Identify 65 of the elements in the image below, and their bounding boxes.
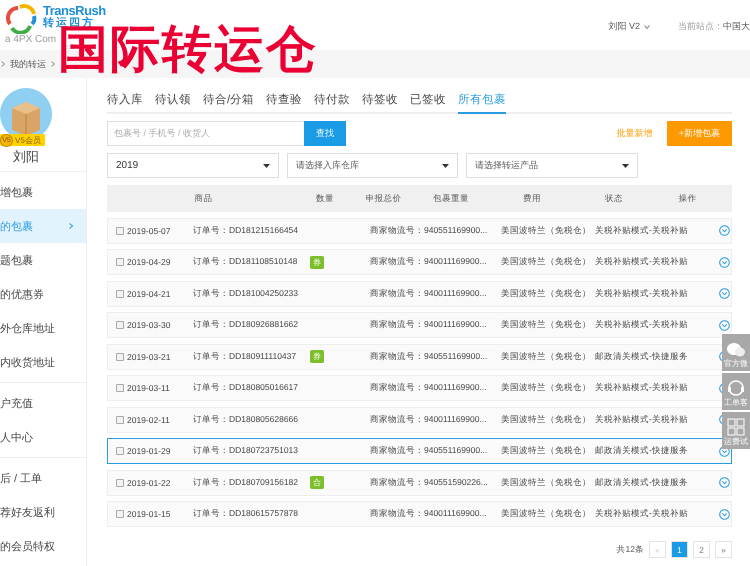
table-cell-text: 订单号：DD180926881662 [193, 319, 300, 331]
table-cell-text: 美国波特兰（免税仓） [501, 382, 592, 394]
table-cell-text: 关税补贴模式-关税补贴 [595, 256, 689, 268]
table-cell: 2019-01-22 [127, 478, 170, 488]
total-count: 共12条 [616, 544, 644, 556]
table-cell-text: 美国波特兰（免税仓） [501, 319, 592, 331]
table-cell-text: 邮政清关模式-快捷服务 [595, 476, 689, 488]
table-cell-text: 关税补贴模式-关税补贴 [595, 414, 689, 426]
table-cell-text: 订单号：DD181215166454 [193, 224, 300, 236]
table-cell: 2019-04-21 [127, 288, 170, 298]
table-cell-text: 商家物流号：940011169900... [370, 414, 488, 426]
tag: 券 [310, 256, 324, 268]
table-cell: 2019-03-21 [127, 352, 170, 362]
user-name: 刘阳 [12, 148, 40, 166]
table-cell-text: 商家物流号：940011169900... [370, 508, 488, 520]
table-cell-text: 商家物流号：940011169900... [370, 256, 488, 268]
table-cell-text: 关税补贴模式-关税补贴 [595, 319, 689, 331]
table-cell-text: 商家物流号：940551169900... [370, 350, 488, 362]
table-cell-text: 美国波特兰（免税仓） [501, 445, 592, 457]
table-cell-text: 商家物流号：940551169900... [370, 224, 488, 236]
table-cell-text: 订单号：DD180615757878 [193, 508, 300, 520]
table-cell-text: 订单号：DD181004250233 [193, 288, 300, 300]
column-header: 费用 [522, 192, 542, 204]
column-header: 包裹重量 [432, 192, 470, 204]
table-cell-text: 关税补贴模式-关税补贴 [595, 508, 689, 520]
table-cell: 2019-04-29 [127, 257, 170, 267]
table-cell-text: 美国波特兰（免税仓） [501, 350, 592, 362]
table-cell-text: 订单号：DD180805628666 [193, 414, 300, 426]
column-header: 申报总价 [364, 192, 402, 204]
table-cell: 2019-01-29 [127, 446, 170, 456]
tag: 合 [310, 476, 324, 489]
table-cell-text: 商家物流号：940011169900... [370, 319, 488, 331]
table-cell-text: 美国波特兰（免税仓） [501, 476, 592, 488]
table-cell-text: 商家物流号：940551590226... [370, 476, 489, 488]
table-cell-text: 订单号：DD180723751013 [193, 445, 300, 457]
table-cell-text: 美国波特兰（免税仓） [501, 508, 592, 520]
column-header: 数量 [315, 192, 335, 204]
tag: 券 [310, 350, 324, 363]
table-cell-text: 美国波特兰（免税仓） [501, 224, 592, 236]
column-header: 商品 [194, 192, 214, 204]
column-header: 操作 [678, 192, 698, 204]
table-cell: 2019-03-11 [127, 383, 170, 393]
table-cell: 2019-02-11 [127, 414, 170, 424]
table-cell: 2019-03-30 [127, 320, 170, 330]
table-cell-text: 商家物流号：940551169900... [370, 445, 488, 457]
table-cell-text: 邮政清关模式-快捷服务 [595, 350, 689, 362]
table-cell-text: 商家物流号：940011169900... [370, 288, 488, 300]
table-cell: 2019-05-07 [127, 226, 170, 236]
table-cell-text: 关税补贴模式-关税补贴 [595, 382, 689, 394]
table-cell-text: 美国波特兰（免税仓） [501, 414, 592, 426]
table-cell-text: 订单号：DD180911110437 [193, 350, 298, 362]
column-header: 状态 [604, 192, 624, 204]
table-cell-text: 关税补贴模式-关税补贴 [595, 288, 689, 300]
table-cell-text: 邮政清关模式-快捷服务 [595, 445, 689, 457]
brand-tagline: a 4PX Com [5, 34, 58, 45]
current-site: 当前站点：中国大 [678, 20, 750, 33]
table-cell-text: 美国波特兰（免税仓） [501, 256, 592, 268]
table-cell-text: 订单号：DD180805016617 [193, 382, 300, 394]
table-cell-text: 商家物流号：940011169900... [370, 382, 488, 394]
brand-name: TransRush [43, 4, 106, 17]
table-cell-text: 关税补贴模式-关税补贴 [595, 224, 689, 236]
table-cell-text: 订单号：DD181108510148 [193, 256, 298, 268]
table-cell-text: 美国波特兰（免税仓） [501, 288, 592, 300]
table-cell-text: 订单号：DD180709156182 [193, 476, 300, 488]
table-cell: 2019-01-15 [127, 509, 170, 519]
